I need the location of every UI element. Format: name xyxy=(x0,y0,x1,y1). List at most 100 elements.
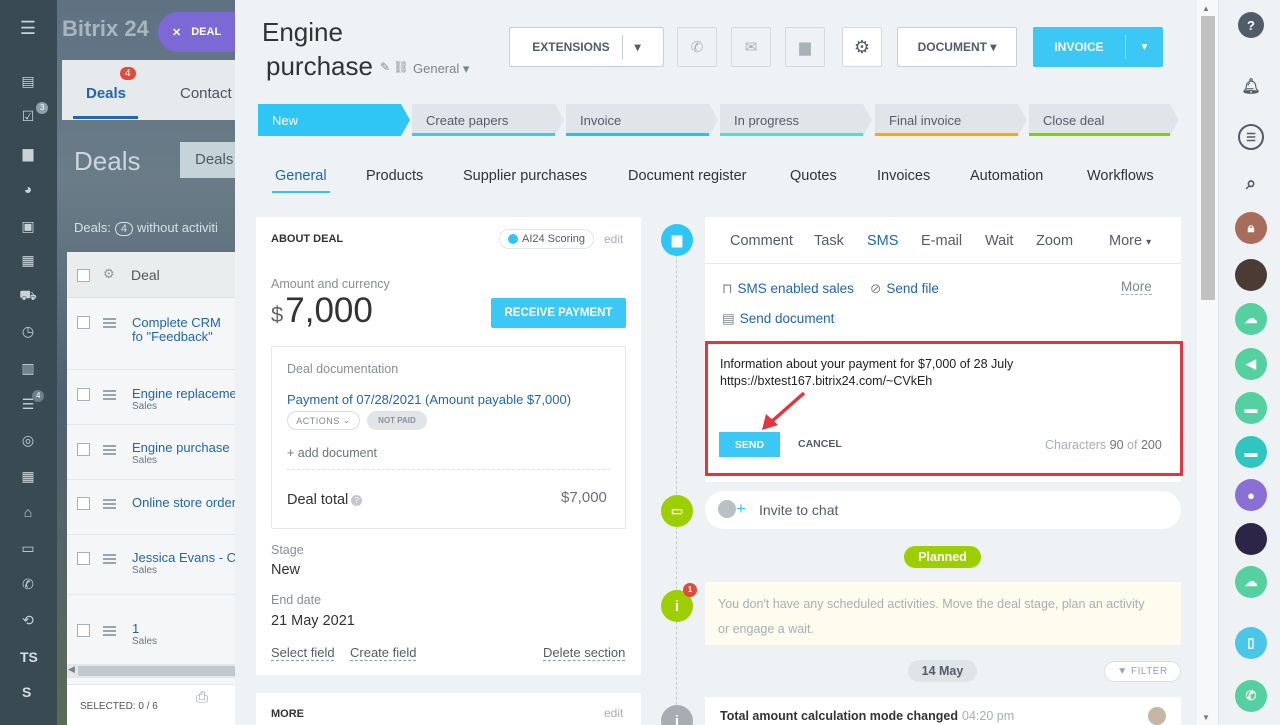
ai-scoring-button[interactable]: AI24 Scoring xyxy=(499,229,594,249)
send-file-link[interactable]: ⊘ Send file xyxy=(870,281,939,297)
invite-text[interactable]: Invite to chat xyxy=(759,502,838,518)
cancel-button[interactable]: CANCEL xyxy=(798,438,842,450)
row-checkbox[interactable] xyxy=(77,497,90,510)
select-field-link[interactable]: Select field xyxy=(271,645,335,660)
stage-in-progress[interactable]: In progress xyxy=(720,104,872,136)
extensions-button[interactable]: EXTENSIONS ▾ xyxy=(509,27,664,67)
phone-icon[interactable]: ✆ xyxy=(19,576,37,592)
row-menu-icon[interactable] xyxy=(103,318,116,328)
stage-invoice[interactable]: Invoice xyxy=(566,104,718,136)
ts-label[interactable]: TS xyxy=(20,649,38,665)
close-icon[interactable]: ✕ xyxy=(172,26,181,39)
add-document-link[interactable]: + add document xyxy=(287,446,377,460)
row-menu-icon[interactable] xyxy=(103,390,116,400)
chat-icon[interactable]: ▆ xyxy=(785,27,825,67)
time-icon[interactable]: ◷ xyxy=(19,323,37,339)
row-title[interactable]: Online store order xyxy=(132,496,235,510)
more-link[interactable]: More xyxy=(1121,279,1152,295)
tab-wait[interactable]: Wait xyxy=(985,233,1013,249)
calendar2-icon[interactable]: ▭ xyxy=(19,540,37,556)
row-checkbox[interactable] xyxy=(77,388,90,401)
tab-more[interactable]: More ▾ xyxy=(1109,233,1151,249)
help-icon[interactable]: ? xyxy=(351,495,363,506)
tab-quotes[interactable]: Quotes xyxy=(790,168,837,184)
filter-button[interactable]: ▼ FILTER xyxy=(1104,661,1181,682)
tab-workflows[interactable]: Workflows xyxy=(1087,168,1154,184)
row-checkbox[interactable] xyxy=(77,552,90,565)
cloud-icon[interactable]: ☁ xyxy=(1235,303,1267,335)
row-checkbox[interactable] xyxy=(77,624,90,637)
actions-dropdown[interactable]: ACTIONS ⌄ xyxy=(287,411,360,430)
edit-title-icon[interactable]: ✎ ⛓ xyxy=(380,60,409,74)
phone-icon[interactable]: ✆ xyxy=(1235,680,1267,712)
bitrix-logo[interactable]: Bitrix 24 xyxy=(62,16,149,42)
sms-message-text[interactable]: Information about your payment for $7,00… xyxy=(720,356,1013,390)
row-checkbox[interactable] xyxy=(77,316,90,329)
print-icon[interactable]: ⎙ xyxy=(196,689,208,706)
invoice-button[interactable]: INVOICE ▼ xyxy=(1033,27,1163,67)
lock-icon[interactable]: 🔒︎ xyxy=(1235,212,1267,244)
tab-supplier-purchases[interactable]: Supplier purchases xyxy=(463,168,587,184)
shop-icon[interactable]: ⛟ xyxy=(19,287,37,304)
tab-deals[interactable]: Deals xyxy=(86,85,126,102)
scroll-down-icon[interactable]: ▼ xyxy=(1202,713,1210,722)
receive-payment-button[interactable]: RECEIVE PAYMENT xyxy=(491,298,626,328)
search-icon[interactable]: ⌕ xyxy=(1235,167,1267,199)
plus-icon[interactable]: + xyxy=(736,499,746,519)
select-all-checkbox[interactable] xyxy=(77,269,90,282)
row-menu-icon[interactable] xyxy=(103,499,116,509)
bell-icon[interactable]: 🔔︎ xyxy=(1235,70,1267,102)
documents-icon[interactable]: ▥ xyxy=(19,360,37,376)
row-title[interactable]: Engine replaceme xyxy=(132,387,235,401)
s-label[interactable]: S xyxy=(22,684,31,700)
groups-icon[interactable]: ◕ xyxy=(19,181,37,197)
deals-filter[interactable]: Deals: 4 without activiti xyxy=(74,220,218,236)
row-title[interactable]: Complete CRM fo "Feedback" xyxy=(132,316,235,346)
tab-zoom[interactable]: Zoom xyxy=(1036,233,1073,249)
tab-document-register[interactable]: Document register xyxy=(628,168,746,184)
email-icon[interactable]: ✉ xyxy=(731,27,771,67)
category-select[interactable]: General ▾ xyxy=(413,61,469,77)
document-button[interactable]: DOCUMENT ▾ xyxy=(897,27,1017,67)
apps-icon[interactable]: ▦ xyxy=(19,468,37,484)
tab-sms[interactable]: SMS xyxy=(867,233,898,249)
help-icon[interactable]: ? xyxy=(1238,12,1264,38)
contacts-icon[interactable]: ▣ xyxy=(19,218,37,234)
send-button[interactable]: SEND xyxy=(719,432,780,457)
openline2-icon[interactable]: ▬ xyxy=(1235,436,1267,468)
tab-products[interactable]: Products xyxy=(366,168,423,184)
send-document-link[interactable]: ▤ Send document xyxy=(722,311,834,327)
grid-scrollbar-thumb[interactable] xyxy=(78,666,235,676)
stage-new[interactable]: New xyxy=(258,104,410,136)
sync-icon[interactable]: ⟲ xyxy=(19,612,37,628)
delete-section-link[interactable]: Delete section xyxy=(543,645,625,660)
chat-search-icon[interactable]: ☰ xyxy=(1238,124,1264,150)
row-title[interactable]: 1 xyxy=(132,622,235,636)
chevron-down-icon[interactable]: ▼ xyxy=(1126,42,1163,53)
row-menu-icon[interactable] xyxy=(103,626,116,636)
grid-header-deal[interactable]: Deal xyxy=(131,267,160,283)
tab-contacts[interactable]: Contact xyxy=(180,85,232,102)
more-edit-link[interactable]: edit xyxy=(604,706,623,720)
avatar[interactable] xyxy=(1235,259,1267,291)
row-title[interactable]: Jessica Evans - C xyxy=(132,551,235,565)
tab-email[interactable]: E-mail xyxy=(921,233,962,249)
chat-icon[interactable]: ▆ xyxy=(19,145,37,161)
stage-close-deal[interactable]: Close deal xyxy=(1029,104,1179,136)
tasks-icon[interactable]: ☑ xyxy=(19,108,37,124)
scroll-left-icon[interactable]: ◀ xyxy=(68,664,75,675)
panel-scrollbar-thumb[interactable] xyxy=(1201,16,1215,300)
payment-link[interactable]: Payment of 07/28/2021 (Amount payable $7… xyxy=(287,392,571,407)
deals-button[interactable]: Deals xyxy=(180,142,235,178)
stage-final-invoice[interactable]: Final invoice xyxy=(875,104,1027,136)
row-checkbox[interactable] xyxy=(77,443,90,456)
cloud2-icon[interactable]: ☁ xyxy=(1235,566,1267,598)
row-title[interactable]: Engine purchase xyxy=(132,441,235,455)
scroll-up-icon[interactable]: ▲ xyxy=(1202,4,1210,13)
row-menu-icon[interactable] xyxy=(103,445,116,455)
create-field-link[interactable]: Create field xyxy=(350,645,416,660)
edit-link[interactable]: edit xyxy=(604,232,623,246)
gear-icon[interactable]: ⚙ xyxy=(103,266,115,282)
store-icon[interactable]: ⌂ xyxy=(19,504,37,520)
menu-icon[interactable]: ☰ xyxy=(19,18,37,38)
